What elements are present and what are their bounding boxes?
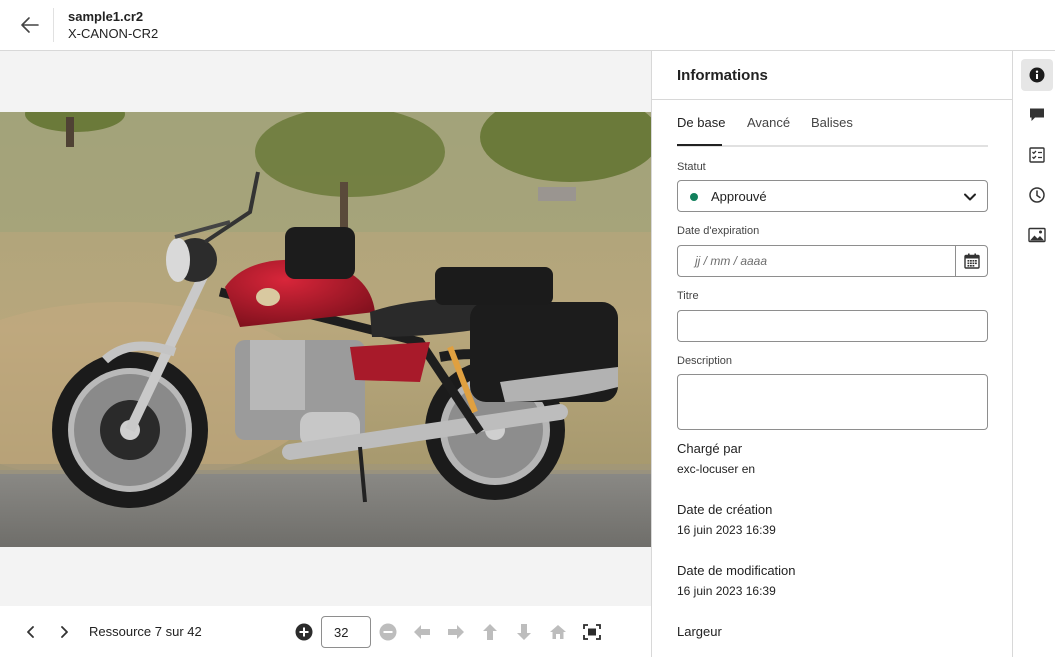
description-label: Description	[677, 355, 733, 367]
add-circle-icon	[295, 623, 313, 641]
zoom-in-button[interactable]	[292, 620, 316, 644]
remove-circle-icon	[379, 623, 397, 641]
uploaded-by-value: exc-locuser en	[677, 462, 756, 476]
width-label: Largeur	[677, 624, 722, 639]
arrow-down-icon	[517, 624, 531, 640]
fit-to-screen-button[interactable]	[580, 620, 604, 644]
next-asset-button[interactable]	[52, 620, 76, 644]
home-icon	[550, 625, 566, 639]
pan-left-button[interactable]	[410, 620, 434, 644]
created-date-value: 16 juin 2023 16:39	[677, 523, 776, 537]
history-icon	[1029, 187, 1045, 203]
side-rail	[1012, 51, 1055, 657]
asset-details-app: sample1.cr2 X-CANON-CR2 Ressource 7 sur …	[0, 0, 1055, 657]
header-divider	[53, 8, 54, 42]
status-indicator-icon	[690, 193, 698, 201]
arrow-right-icon	[448, 625, 464, 639]
expiration-date-field[interactable]: jj / mm / aaaa	[677, 245, 988, 277]
status-dropdown[interactable]: Approuvé	[677, 180, 988, 212]
arrow-up-icon	[483, 624, 497, 640]
tasks-icon	[1029, 147, 1045, 163]
viewer-toolbar: Ressource 7 sur 42	[0, 606, 651, 657]
tab-de-base[interactable]: De base	[677, 115, 725, 130]
status-value: Approuvé	[711, 189, 767, 204]
comment-icon	[1030, 108, 1044, 121]
title-input[interactable]	[677, 310, 988, 342]
calendar-icon	[963, 253, 980, 269]
zoom-out-button[interactable]	[376, 620, 400, 644]
rail-renditions-button[interactable]	[1021, 219, 1053, 251]
calendar-button[interactable]	[955, 246, 987, 276]
previous-asset-button[interactable]	[19, 620, 43, 644]
tab-balises[interactable]: Balises	[811, 115, 853, 130]
expiration-date-placeholder: jj / mm / aaaa	[695, 254, 768, 268]
file-name: sample1.cr2	[68, 9, 144, 24]
rail-history-button[interactable]	[1021, 179, 1053, 211]
modified-date-label: Date de modification	[677, 563, 796, 578]
properties-panel: Informations De base Avancé Balises Stat…	[651, 51, 1012, 657]
title-label: Titre	[677, 290, 699, 302]
panel-divider	[652, 99, 1012, 100]
asset-preview-image	[0, 112, 651, 547]
fit-screen-icon	[583, 624, 601, 640]
properties-tabs: De base Avancé Balises	[677, 115, 988, 147]
info-icon	[1029, 67, 1045, 83]
pan-up-button[interactable]	[478, 620, 502, 644]
file-type: X-CANON-CR2	[68, 26, 159, 41]
back-button[interactable]	[12, 8, 48, 42]
arrow-left-icon	[21, 17, 39, 33]
rail-comments-button[interactable]	[1021, 99, 1053, 131]
status-label: Statut	[677, 161, 706, 173]
header: sample1.cr2 X-CANON-CR2	[0, 0, 1055, 51]
pan-right-button[interactable]	[444, 620, 468, 644]
chevron-left-icon	[27, 626, 34, 638]
chevron-down-icon	[964, 193, 976, 201]
expiration-date-label: Date d'expiration	[677, 225, 760, 237]
uploaded-by-label: Chargé par	[677, 441, 743, 456]
modified-date-value: 16 juin 2023 16:39	[677, 584, 776, 598]
resource-position-label: Ressource 7 sur 42	[89, 624, 202, 639]
renditions-icon	[1028, 227, 1046, 243]
active-tab-indicator	[677, 144, 722, 146]
pan-down-button[interactable]	[512, 620, 536, 644]
chevron-right-icon	[61, 626, 68, 638]
rail-info-button[interactable]	[1021, 59, 1053, 91]
description-textarea[interactable]	[677, 374, 988, 430]
panel-title: Informations	[677, 67, 768, 84]
arrow-left-icon	[414, 625, 430, 639]
rail-tasks-button[interactable]	[1021, 139, 1053, 171]
tab-avance[interactable]: Avancé	[747, 115, 790, 130]
image-viewer	[0, 51, 651, 606]
reset-view-button[interactable]	[546, 620, 570, 644]
created-date-label: Date de création	[677, 502, 773, 517]
zoom-level-input[interactable]	[321, 616, 371, 648]
